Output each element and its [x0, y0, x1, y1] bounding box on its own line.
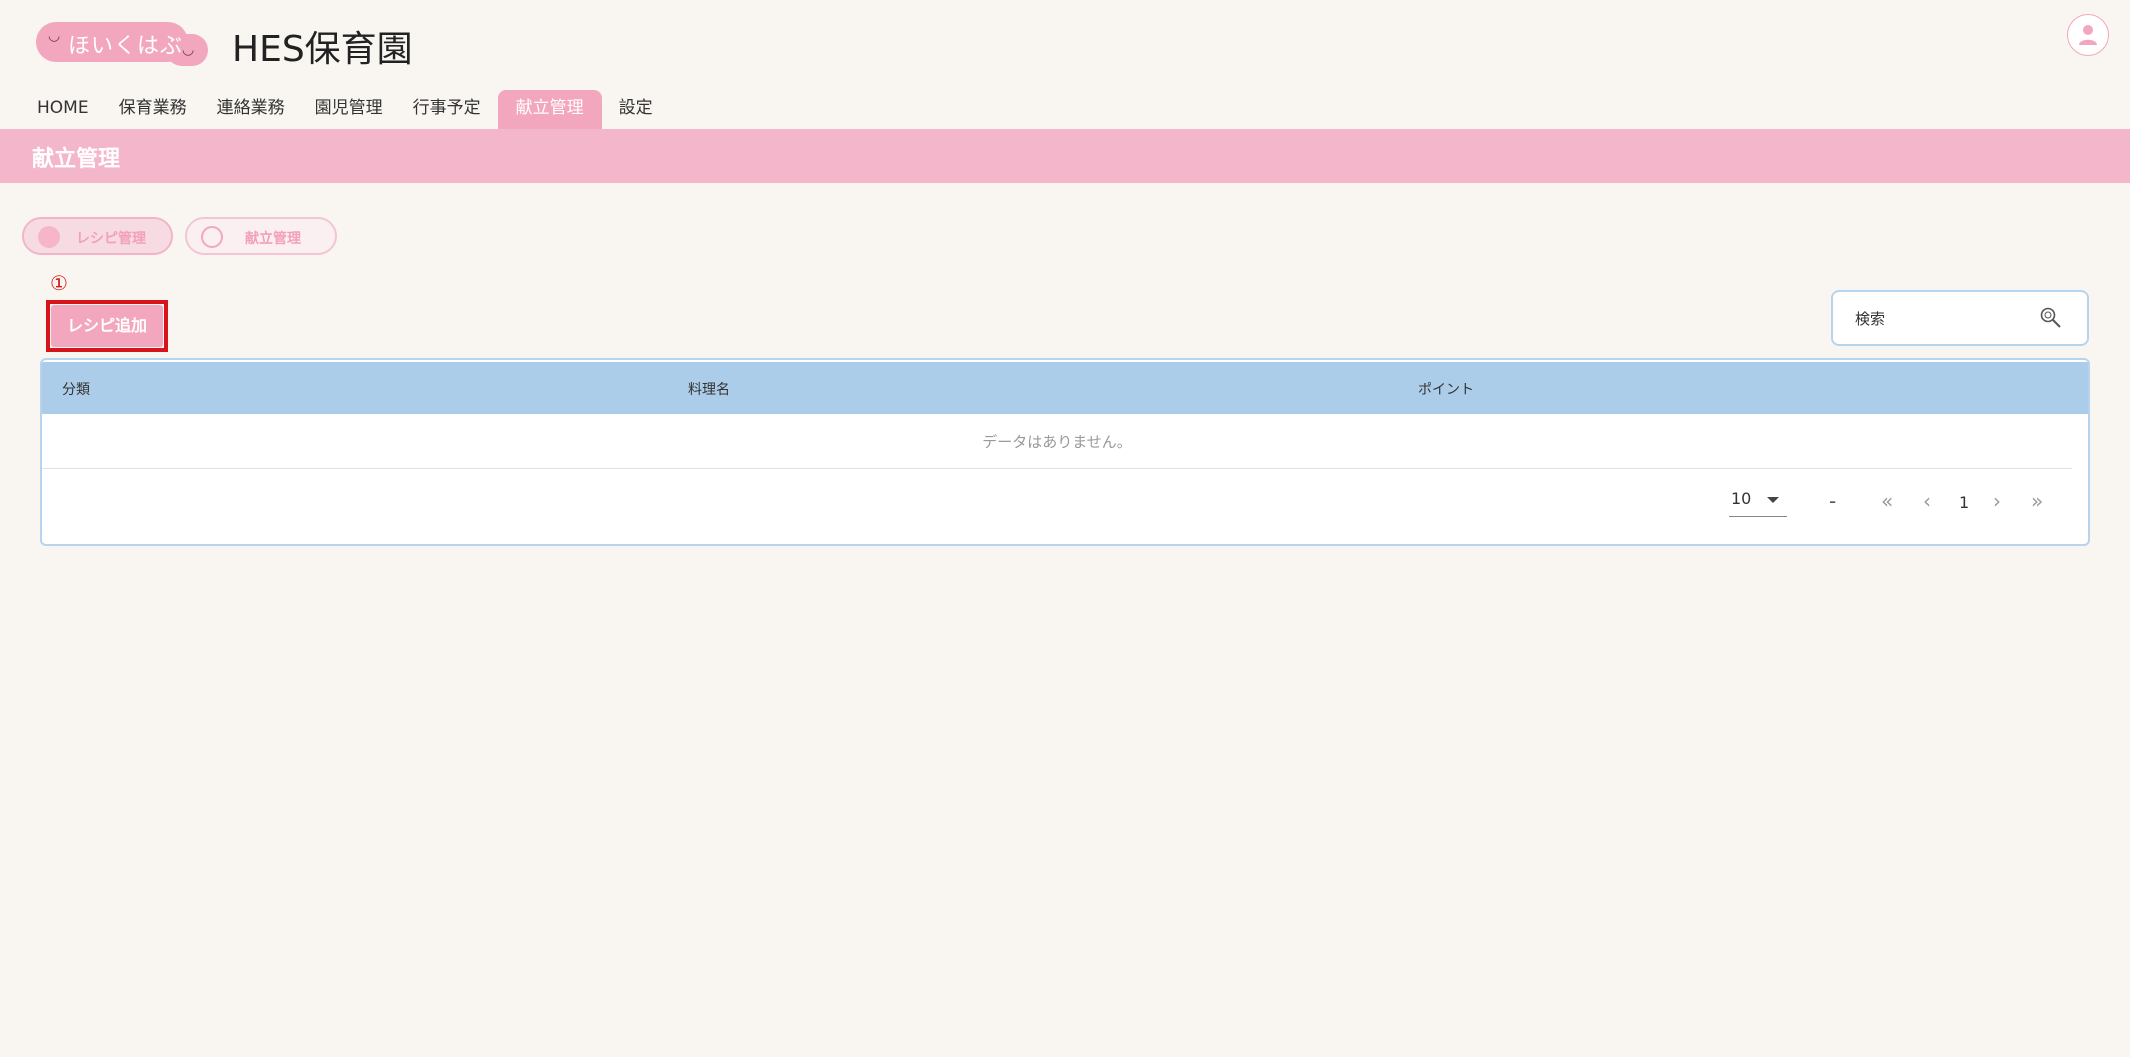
column-header-point[interactable]: ポイント — [1418, 379, 1474, 399]
user-avatar-button[interactable] — [2067, 14, 2109, 56]
empty-message: データはありません。 — [42, 416, 2072, 469]
page-title: 献立管理 — [32, 147, 121, 172]
chevron-down-icon — [1767, 497, 1779, 503]
prev-page-icon[interactable]: ‹ — [1923, 491, 1931, 511]
per-page-select[interactable]: 10 — [1729, 487, 1787, 517]
add-recipe-button[interactable]: レシピ追加 — [51, 305, 163, 347]
smile-icon: ◡ — [48, 28, 61, 44]
tab-menu-management[interactable]: 献立管理 — [497, 90, 602, 130]
search-box — [1831, 290, 2089, 346]
recipe-table: 分類 料理名 ポイント データはありません。 — [40, 358, 2090, 546]
column-header-category[interactable]: 分類 — [62, 379, 90, 399]
user-icon — [2079, 25, 2097, 45]
subtab-recipe-management[interactable]: レシピ管理 — [22, 217, 173, 255]
page-range: - — [1829, 489, 1837, 513]
subtab-label: 献立管理 — [245, 231, 301, 247]
subtab-menu-management[interactable]: 献立管理 — [185, 217, 337, 255]
table-header: 分類 料理名 ポイント — [42, 362, 2088, 414]
tab-children[interactable]: 園児管理 — [302, 90, 396, 130]
tab-childcare[interactable]: 保育業務 — [106, 90, 200, 130]
tab-settings[interactable]: 設定 — [606, 90, 666, 130]
page-title-bar: 献立管理 — [0, 129, 2130, 183]
annotation-number: ① — [50, 271, 68, 295]
next-page-icon[interactable]: › — [1993, 491, 2001, 511]
subtab-label: レシピ管理 — [76, 231, 146, 247]
per-page-value: 10 — [1731, 489, 1752, 508]
tab-home[interactable]: HOME — [24, 90, 102, 130]
last-page-icon[interactable]: » — [2031, 491, 2043, 511]
smile-icon: ◡ — [182, 42, 195, 58]
tab-events[interactable]: 行事予定 — [400, 90, 494, 130]
current-page-number[interactable]: 1 — [1959, 493, 1969, 512]
main-nav: HOME 保育業務 連絡業務 園児管理 行事予定 献立管理 設定 — [24, 90, 670, 130]
search-icon[interactable] — [2039, 306, 2063, 330]
plate-icon — [201, 226, 223, 248]
app-title: HES保育園 — [232, 29, 413, 70]
tab-contact[interactable]: 連絡業務 — [204, 90, 298, 130]
search-input[interactable] — [1853, 306, 2037, 332]
logo: ◡ ◡ ほいくはぶ — [36, 22, 208, 66]
column-header-dish-name[interactable]: 料理名 — [688, 379, 730, 399]
pot-icon — [38, 226, 60, 248]
logo-text: ほいくはぶ — [68, 34, 184, 59]
first-page-icon[interactable]: « — [1881, 491, 1893, 511]
